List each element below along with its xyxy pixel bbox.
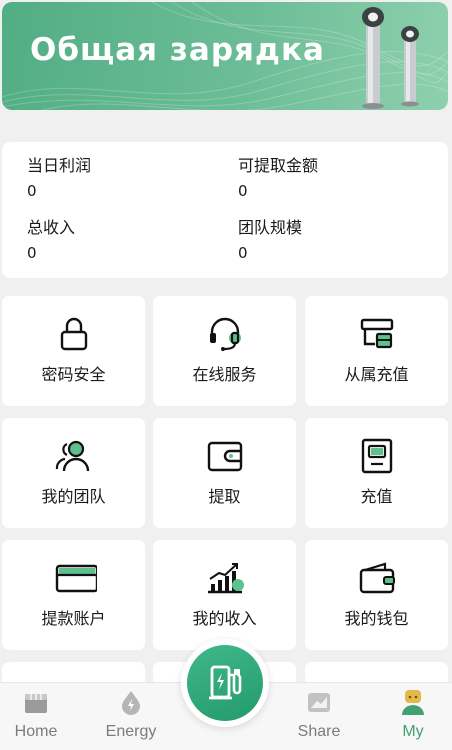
menu-withdrawal-account[interactable]: 提款账户 <box>2 540 145 650</box>
stat-value: 0 <box>238 244 248 262</box>
tab-label: My <box>402 723 424 740</box>
income-chart-icon <box>207 563 244 594</box>
tab-label: Home <box>14 723 58 740</box>
home-icon <box>25 694 47 713</box>
lock-icon <box>60 317 87 351</box>
menu-online-service[interactable]: 在线服务 <box>153 296 296 406</box>
menu-my-wallet[interactable]: 我的钱包 <box>305 540 448 650</box>
share-icon <box>308 693 330 712</box>
energy-icon <box>122 691 140 715</box>
stat-label: 总收入 <box>27 218 76 237</box>
menu-label: 我的团队 <box>41 487 106 506</box>
menu-subordinate-recharge[interactable]: 从属充值 <box>305 296 448 406</box>
stat-label: 团队规模 <box>238 218 303 237</box>
menu-label: 从属充值 <box>344 365 409 384</box>
stat-team-size: 团队规模 0 <box>238 218 428 262</box>
tab-my[interactable]: My <box>373 683 452 750</box>
menu-password-security[interactable]: 密码安全 <box>2 296 145 406</box>
subordinate-recharge-icon <box>360 318 393 349</box>
menu-my-team[interactable]: 我的团队 <box>2 418 145 528</box>
stat-value: 0 <box>238 182 248 200</box>
headset-icon <box>209 317 241 351</box>
charging-fab-button[interactable] <box>187 645 263 721</box>
stat-today-profit: 当日利润 0 <box>27 156 217 200</box>
menu-label: 我的收入 <box>192 609 257 628</box>
menu-recharge[interactable]: 充值 <box>305 418 448 528</box>
menu-withdraw[interactable]: 提取 <box>153 418 296 528</box>
stat-label: 可提取金额 <box>238 156 319 175</box>
charging-station-icon <box>209 665 242 700</box>
charging-pile-illustration <box>362 7 419 109</box>
team-icon <box>55 440 89 472</box>
banner[interactable]: Общая зарядка <box>2 2 448 110</box>
menu-label: 提取 <box>208 487 241 506</box>
tab-share[interactable]: Share <box>279 683 359 750</box>
stat-value: 0 <box>27 244 37 262</box>
stat-label: 当日利润 <box>27 156 92 175</box>
menu-my-income[interactable]: 我的收入 <box>153 540 296 650</box>
tab-home[interactable]: Home <box>0 683 76 750</box>
stats-card: 当日利润 0 可提取金额 0 总收入 0 团队规模 0 <box>2 142 448 278</box>
card-icon <box>55 564 97 593</box>
menu-label: 充值 <box>360 487 393 506</box>
stat-withdrawable-amount: 可提取金额 0 <box>238 156 428 200</box>
banner-title: Общая зарядка <box>30 32 325 68</box>
tab-label: Energy <box>105 723 157 740</box>
wallet-withdraw-icon <box>207 441 242 472</box>
recharge-icon <box>361 438 392 474</box>
tab-energy[interactable]: Energy <box>91 683 171 750</box>
menu-label: 在线服务 <box>192 365 257 384</box>
menu-label: 我的钱包 <box>344 609 409 628</box>
stat-total-income: 总收入 0 <box>27 218 217 262</box>
tab-label: Share <box>297 723 341 740</box>
stat-value: 0 <box>27 182 37 200</box>
menu-label: 密码安全 <box>41 365 106 384</box>
user-icon <box>402 690 424 715</box>
menu-label: 提款账户 <box>41 609 106 628</box>
wallet-icon <box>359 562 395 594</box>
